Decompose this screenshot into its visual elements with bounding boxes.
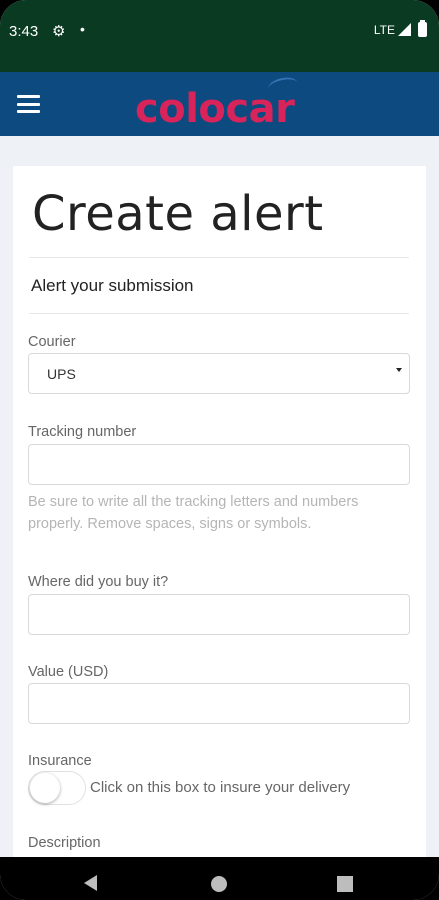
toggle-knob (30, 773, 60, 803)
back-icon[interactable] (84, 875, 97, 891)
courier-value: UPS (47, 366, 76, 382)
page-title: Create alert (32, 186, 324, 242)
value-usd-input[interactable] (28, 683, 410, 724)
page-content[interactable]: Create alert Alert your submission Couri… (0, 136, 439, 857)
logo-swoosh-icon (266, 75, 300, 97)
value-label: Value (USD) (28, 664, 109, 680)
create-alert-card: Create alert Alert your submission Couri… (13, 166, 426, 857)
tracking-number-input[interactable] (28, 444, 410, 485)
insurance-toggle-text[interactable]: Click on this box to insure your deliver… (90, 779, 350, 796)
network-label: LTE (373, 22, 395, 37)
gear-icon: ⚙ (52, 23, 66, 40)
notification-dot-icon: • (80, 21, 85, 37)
status-bar: 3:43 ⚙ • LTE (0, 0, 439, 72)
form-subtitle: Alert your submission (31, 276, 194, 295)
description-label: Description (28, 835, 101, 851)
dropdown-arrow-icon (396, 368, 402, 372)
home-icon[interactable] (211, 876, 227, 892)
phone-screen: 3:43 ⚙ • LTE colocar Create alert Alert … (0, 0, 439, 900)
where-label: Where did you buy it? (28, 574, 169, 590)
courier-label: Courier (28, 334, 76, 350)
navigation-bar (0, 857, 439, 900)
status-time: 3:43 (9, 23, 39, 40)
signal-icon (398, 23, 411, 36)
menu-icon[interactable] (17, 95, 40, 113)
status-indicators: LTE (373, 20, 427, 37)
insurance-label: Insurance (28, 753, 92, 769)
tracking-help-text: Be sure to write all the tracking letter… (28, 494, 359, 532)
title-divider (29, 257, 409, 258)
tracking-label: Tracking number (28, 424, 137, 440)
where-bought-input[interactable] (28, 594, 410, 635)
courier-select[interactable]: UPS (28, 353, 410, 394)
subtitle-divider (29, 313, 409, 314)
app-bar: colocar (0, 72, 439, 136)
insurance-toggle[interactable] (28, 771, 86, 805)
battery-icon (418, 20, 427, 37)
recent-apps-icon[interactable] (337, 876, 353, 892)
